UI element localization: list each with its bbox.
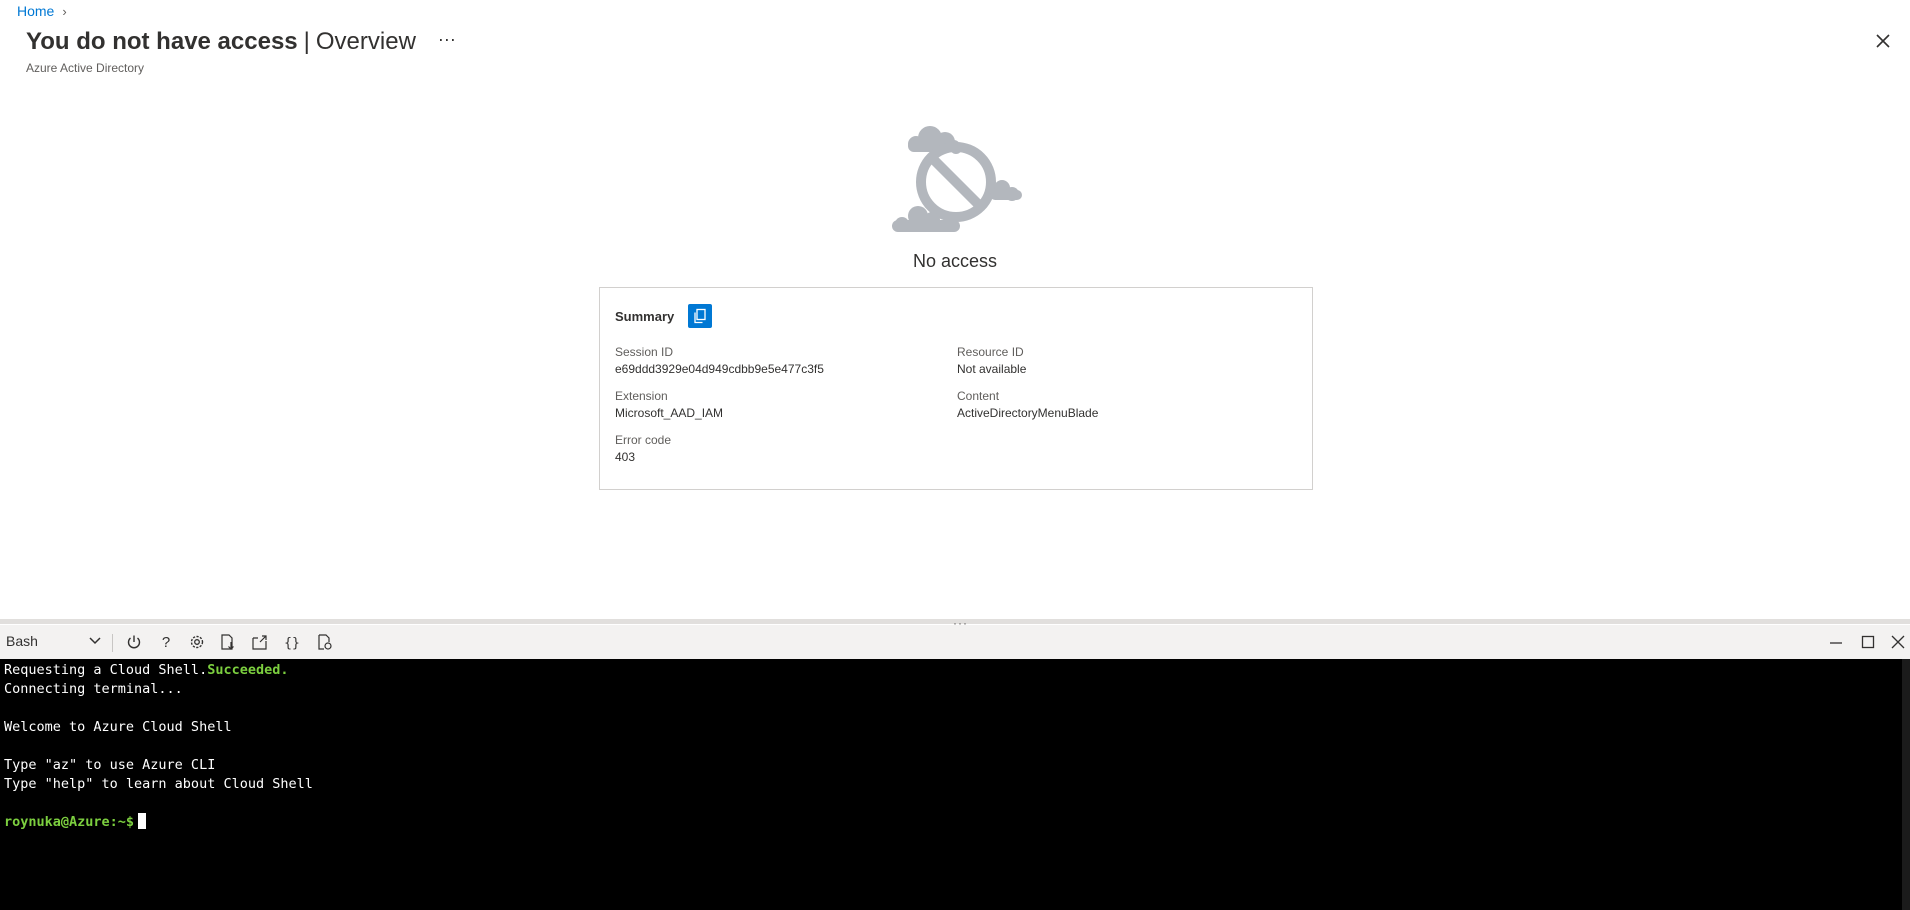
session-id-value: e69ddd3929e04d949cdbb9e5e477c3f5 <box>615 362 824 376</box>
help-icon: ? <box>162 634 170 651</box>
content-label: Content <box>957 389 1000 403</box>
summary-title: Summary <box>615 308 675 324</box>
resource-id-label: Resource ID <box>957 345 1024 359</box>
svg-text:?: ? <box>162 634 170 651</box>
page-title-main: You do not have access <box>26 28 298 55</box>
cloud-no-access-icon <box>890 120 1022 236</box>
error-code-label: Error code <box>615 433 672 447</box>
page-subtitle: Azure Active Directory <box>26 61 145 75</box>
session-id-label: Session ID <box>615 345 674 359</box>
open-new-session-button[interactable] <box>251 633 269 651</box>
terminal-line: Requesting a Cloud Shell.Succeeded. <box>4 661 313 680</box>
open-new-session-icon <box>252 635 267 650</box>
help-button[interactable]: ? <box>157 633 175 651</box>
web-preview-icon <box>318 634 332 650</box>
error-code-value: 403 <box>615 450 636 464</box>
shell-type-value: Bash <box>6 633 38 649</box>
maximize-shell-button[interactable] <box>1859 633 1877 651</box>
session-id-field: Session ID e69ddd3929e04d949cdbb9e5e477c… <box>615 345 824 376</box>
terminal-line: Welcome to Azure Cloud Shell <box>4 719 232 735</box>
close-icon <box>1891 635 1905 649</box>
upload-download-icon <box>221 634 234 650</box>
close-blade-button[interactable] <box>1872 30 1894 52</box>
more-options-button[interactable]: ··· <box>438 29 456 50</box>
resource-id-value: Not available <box>957 362 1027 376</box>
extension-label: Extension <box>615 389 668 403</box>
content-value: ActiveDirectoryMenuBlade <box>957 406 1099 420</box>
editor-braces-icon: {} <box>284 636 300 651</box>
page-title: You do not have access | Overview ··· <box>26 28 456 56</box>
content-field: Content ActiveDirectoryMenuBlade <box>957 389 1098 420</box>
chevron-down-icon <box>89 637 101 645</box>
terminal-output: Requesting a Cloud Shell.Succeeded. Conne… <box>4 661 313 832</box>
copy-icon <box>694 308 706 324</box>
toolbar-divider <box>112 634 113 652</box>
extension-field: Extension Microsoft_AAD_IAM <box>615 389 723 420</box>
terminal[interactable]: Requesting a Cloud Shell.Succeeded. Conne… <box>0 659 1910 910</box>
terminal-cursor <box>138 813 147 829</box>
page-title-section: Overview <box>315 28 416 55</box>
terminal-line: Type "help" to learn about Cloud Shell <box>4 776 313 792</box>
open-editor-button[interactable]: {} <box>283 633 301 651</box>
terminal-line: Type "az" to use Azure CLI <box>4 757 216 773</box>
settings-icon <box>190 635 204 649</box>
svg-text:{}: {} <box>284 636 300 651</box>
cloud-shell-toolbar: Bash ? {} <box>0 625 1910 659</box>
shell-type-select[interactable]: Bash <box>6 633 102 649</box>
terminal-prompt-line[interactable]: roynuka@Azure:~$ <box>4 813 313 832</box>
terminal-scrollbar[interactable] <box>1902 659 1910 910</box>
terminal-line: Connecting terminal... <box>4 681 183 697</box>
maximize-icon <box>1861 635 1875 649</box>
web-preview-button[interactable] <box>316 633 334 651</box>
minimize-shell-button[interactable] <box>1827 633 1845 651</box>
settings-button[interactable] <box>188 633 206 651</box>
breadcrumb: Home › <box>17 3 67 19</box>
copy-summary-button[interactable] <box>688 304 713 328</box>
terminal-success-status: Succeeded. <box>207 662 289 678</box>
error-code-field: Error code 403 <box>615 433 671 464</box>
breadcrumb-home-link[interactable]: Home <box>17 3 54 19</box>
power-icon <box>127 635 141 649</box>
close-icon <box>1876 34 1890 48</box>
terminal-prompt: roynuka@Azure:~$ <box>4 814 135 830</box>
no-access-message: No access <box>912 251 998 271</box>
close-shell-button[interactable] <box>1889 633 1907 651</box>
restart-shell-button[interactable] <box>125 633 143 651</box>
title-separator: | <box>303 28 310 55</box>
minimize-icon <box>1830 642 1842 644</box>
chevron-right-icon: › <box>62 3 67 19</box>
extension-value: Microsoft_AAD_IAM <box>615 406 724 420</box>
upload-download-button[interactable] <box>219 633 237 651</box>
terminal-text: Requesting a Cloud Shell. <box>4 662 208 678</box>
resource-id-field: Resource ID Not available <box>957 345 1026 376</box>
summary-card: Summary Session ID e69ddd3929e04d949cdbb… <box>599 287 1313 490</box>
